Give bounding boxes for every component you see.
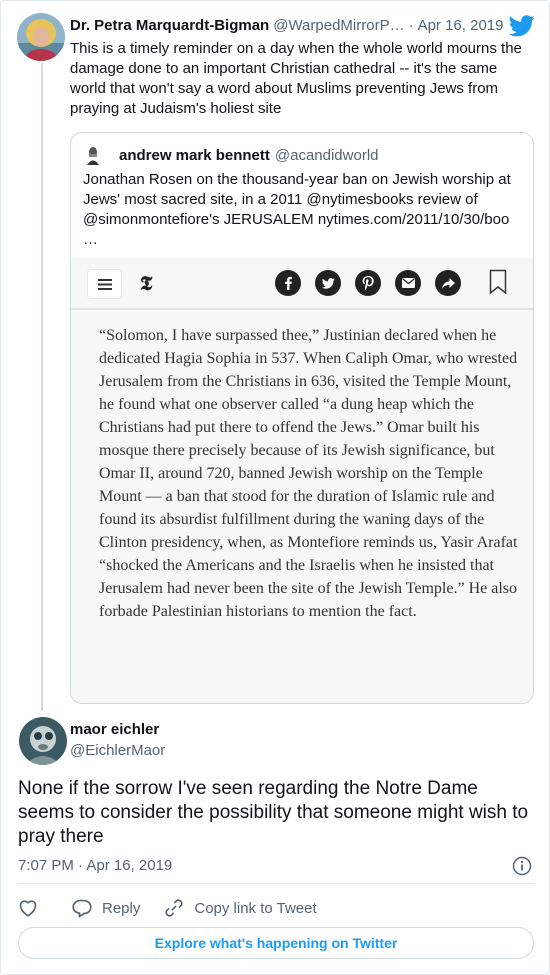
parent-tweet-text: This is a timely reminder on a day when …	[70, 40, 522, 117]
thread-connector-line	[41, 63, 43, 711]
article-toolbar: 𝕿	[71, 258, 533, 310]
quoted-author-name: andrew mark bennett	[119, 146, 270, 164]
email-icon[interactable]	[395, 270, 421, 296]
reply-icon	[72, 899, 92, 918]
info-icon[interactable]	[512, 856, 532, 876]
copy-link-button[interactable]: Copy link to Tweet	[164, 898, 317, 918]
tweet-actions: Reply Copy link to Tweet	[18, 897, 317, 919]
copy-link-label: Copy link to Tweet	[194, 899, 317, 917]
parent-author-handle[interactable]: @WarpedMirrorP…	[273, 17, 404, 34]
link-icon	[165, 899, 183, 917]
parent-tweet-header: Dr. Petra Marquardt-Bigman @WarpedMirror…	[70, 17, 510, 34]
hamburger-icon	[97, 278, 112, 290]
share-icon[interactable]	[435, 270, 461, 296]
twitter-logo-icon[interactable]	[508, 15, 535, 37]
quoted-tweet-header: andrew mark bennett @acandidworld	[83, 145, 379, 165]
menu-button[interactable]	[87, 269, 122, 299]
explore-twitter-button[interactable]: Explore what's happening on Twitter	[18, 927, 534, 959]
quoted-tweet-text: Jonathan Rosen on the thousand-year ban …	[83, 170, 528, 250]
parent-tweet-date[interactable]: Apr 16, 2019	[418, 17, 504, 34]
quoted-author-avatar	[83, 145, 103, 165]
main-author-handle[interactable]: @EichlerMaor	[70, 742, 165, 759]
pinterest-icon[interactable]	[355, 270, 381, 296]
main-author-name[interactable]: maor eichler	[70, 721, 159, 738]
facebook-icon[interactable]	[275, 270, 301, 296]
twitter-icon[interactable]	[315, 270, 341, 296]
main-tweet-text: None if the sorrow I've seen regarding t…	[18, 778, 529, 847]
quoted-tweet[interactable]: andrew mark bennett @acandidworld Jonath…	[70, 132, 534, 704]
heart-icon	[19, 900, 37, 917]
parent-author-name[interactable]: Dr. Petra Marquardt-Bigman	[70, 17, 269, 34]
bookmark-icon[interactable]	[489, 269, 507, 295]
quoted-tweet-media[interactable]: 𝕿 “Solomon, I have surpassed thee,” Just…	[71, 258, 533, 703]
header-separator: ·	[408, 17, 414, 34]
quoted-tweet-body: Jonathan Rosen on the thousand-year ban …	[83, 171, 511, 228]
reply-label: Reply	[102, 899, 141, 917]
main-author-avatar[interactable]	[19, 717, 67, 765]
parent-author-avatar[interactable]	[17, 13, 65, 61]
main-tweet-timestamp[interactable]: 7:07 PM · Apr 16, 2019	[18, 857, 172, 874]
reply-button[interactable]: Reply	[72, 899, 140, 918]
quoted-tweet-ellipsis: …	[83, 231, 98, 248]
like-button[interactable]	[18, 899, 38, 917]
quoted-author-handle: @acandidworld	[274, 146, 379, 164]
nyt-logo: 𝕿	[140, 271, 153, 295]
tweet-embed-card: Dr. Petra Marquardt-Bigman @WarpedMirror…	[0, 0, 550, 975]
article-excerpt: “Solomon, I have surpassed thee,” Justin…	[99, 327, 518, 620]
actions-divider	[18, 883, 534, 884]
